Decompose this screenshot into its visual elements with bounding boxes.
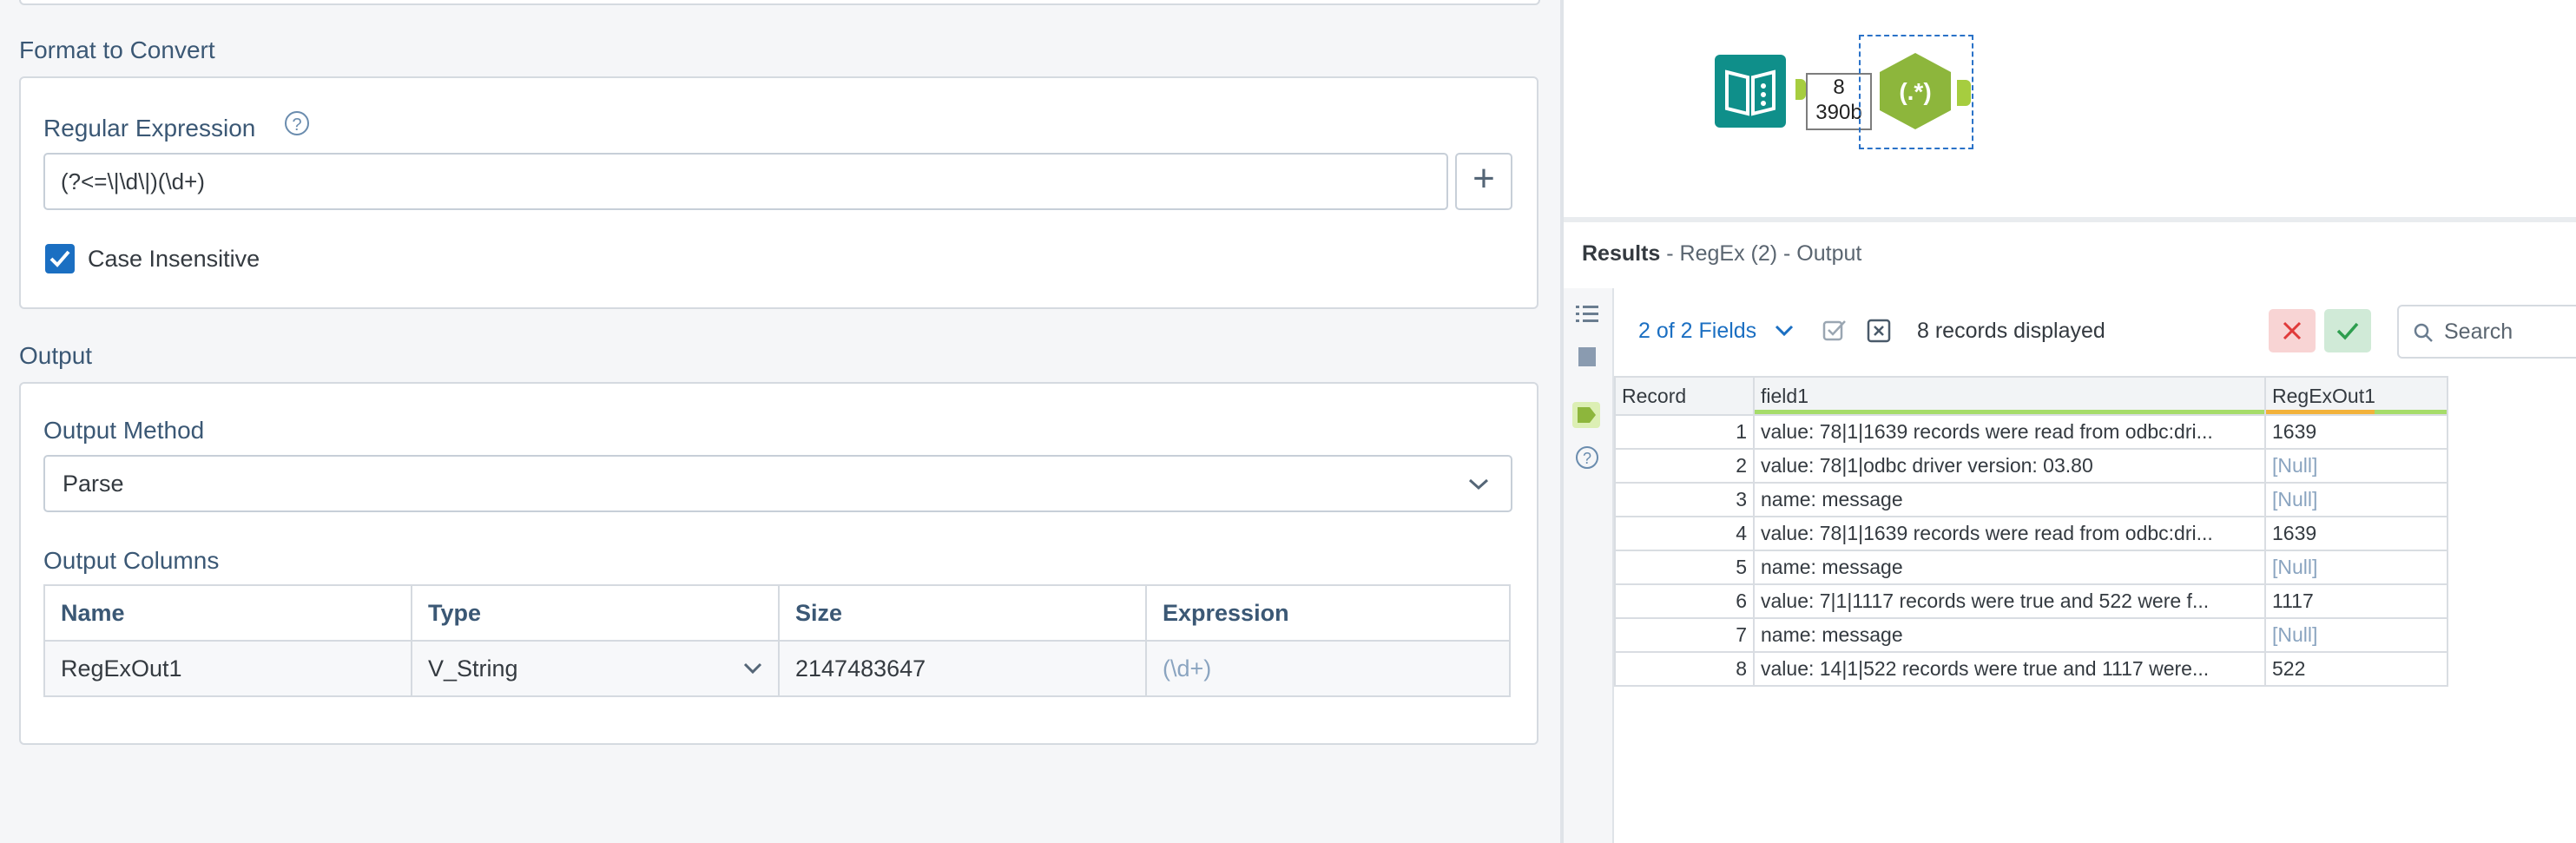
results-side-rail (1564, 288, 1614, 843)
table-row[interactable]: 5 name: message [Null] (1614, 550, 2448, 585)
regex-tool[interactable]: (.*) (1876, 51, 1954, 135)
grid-header-record[interactable]: Record (1614, 376, 1755, 416)
previous-section-card (19, 0, 1540, 5)
regexout1-cell: [Null] (2264, 550, 2448, 585)
table-row: RegExOut1 V_String 2147483647 (\d+) (43, 640, 1511, 697)
configuration-panel: Format to Convert Regular Expression ? (… (0, 0, 1560, 843)
record-cell: 1 (1614, 414, 1755, 450)
output-columns-label: Output Columns (43, 547, 220, 574)
column-expression-cell: (\d+) (1145, 640, 1511, 697)
field1-cell: value: 14|1|522 records were true and 11… (1753, 651, 2266, 687)
regex-icon: (.*) (1880, 53, 1951, 129)
grid-header-field1[interactable]: field1 (1753, 376, 2266, 416)
field1-cell: value: 78|1|1639 records were read from … (1753, 516, 2266, 551)
column-name-cell[interactable]: RegExOut1 (43, 640, 412, 697)
chevron-down-icon[interactable] (1775, 325, 1794, 337)
grid-header-field1-label: field1 (1761, 384, 1808, 407)
record-cell: 3 (1614, 482, 1755, 517)
output-method-select[interactable]: Parse (43, 455, 1512, 512)
output-anchor-icon[interactable] (1572, 402, 1600, 428)
fields-selector[interactable]: 2 of 2 Fields (1638, 319, 1756, 344)
output-columns-table: Name Type Size Expression RegExOut1 V_St… (43, 584, 1511, 697)
select-all-icon[interactable] (1822, 319, 1847, 343)
regexout1-cell: [Null] (2264, 482, 2448, 517)
regex-glyph: (.*) (1899, 78, 1931, 105)
input-tool[interactable] (1715, 55, 1786, 132)
regexout1-cell: 1639 (2264, 414, 2448, 450)
table-row[interactable]: 7 name: message [Null] (1614, 617, 2448, 653)
field-quality-bar (2266, 410, 2447, 414)
regex-input[interactable]: (?<=\|\d\|)(\d+) (43, 153, 1448, 210)
list-icon[interactable] (1576, 304, 1598, 325)
results-help-icon[interactable]: ? (1576, 446, 1598, 469)
column-type-value: V_String (428, 655, 518, 682)
records-displayed: 8 records displayed (1917, 319, 2105, 343)
field1-cell: name: message (1753, 550, 2266, 585)
table-row[interactable]: 4 value: 78|1|1639 records were read from… (1614, 516, 2448, 551)
add-expression-button[interactable]: + (1455, 153, 1512, 210)
table-row[interactable]: 1 value: 78|1|1639 records were read from… (1614, 414, 2448, 450)
table-row[interactable]: 6 value: 7|1|1117 records were true and 5… (1614, 583, 2448, 619)
regex-label: Regular Expression (43, 115, 256, 142)
case-insensitive-label: Case Insensitive (88, 246, 260, 272)
record-cell: 4 (1614, 516, 1755, 551)
record-cell: 5 (1614, 550, 1755, 585)
field1-cell: name: message (1753, 482, 2266, 517)
output-anchor[interactable] (1795, 79, 1806, 100)
book-icon (1715, 55, 1786, 128)
chevron-down-icon (743, 662, 762, 675)
record-cell: 2 (1614, 448, 1755, 484)
check-icon (2336, 322, 2359, 340)
search-icon (2414, 323, 2433, 342)
case-insensitive-checkbox[interactable] (45, 244, 75, 273)
column-header-name: Name (43, 584, 412, 642)
results-grid: Record field1 RegExOut1 1 value: 78|1|163… (1614, 376, 2448, 687)
regexout1-cell: [Null] (2264, 448, 2448, 484)
column-header-expression: Expression (1145, 584, 1511, 642)
input-anchor-icon[interactable] (1577, 346, 1598, 368)
table-row[interactable]: 3 name: message [Null] (1614, 482, 2448, 517)
column-size-cell[interactable]: 2147483647 (778, 640, 1147, 697)
record-cell: 6 (1614, 583, 1755, 619)
column-header-type: Type (411, 584, 780, 642)
grid-header-regexout1-label: RegExOut1 (2272, 384, 2375, 407)
field1-cell: value: 7|1|1117 records were true and 52… (1753, 583, 2266, 619)
results-subtitle: - RegEx (2) - Output (1660, 241, 1862, 266)
chevron-down-icon (1468, 478, 1489, 491)
fields-selector-label: 2 of 2 Fields (1638, 319, 1757, 343)
output-section-title: Output (19, 342, 93, 369)
grid-header-regexout1[interactable]: RegExOut1 (2264, 376, 2448, 416)
field-quality-bar (1755, 410, 2264, 414)
regex-output-anchor[interactable] (1957, 80, 1971, 106)
close-icon (2283, 321, 2302, 340)
regexout1-cell: 1117 (2264, 583, 2448, 619)
deselect-all-icon[interactable] (1867, 319, 1891, 343)
table-row[interactable]: 8 value: 14|1|522 records were true and 1… (1614, 651, 2448, 687)
output-method-label: Output Method (43, 417, 205, 444)
column-type-cell[interactable]: V_String (411, 640, 780, 697)
field1-cell: value: 78|1|1639 records were read from … (1753, 414, 2266, 450)
output-method-value: Parse (63, 470, 124, 497)
search-placeholder: Search (2444, 319, 2513, 344)
record-cell: 7 (1614, 617, 1755, 653)
cancel-button[interactable] (2269, 309, 2316, 352)
field1-cell: value: 78|1|odbc driver version: 03.80 (1753, 448, 2266, 484)
format-section-title: Format to Convert (19, 36, 215, 63)
regexout1-cell: 522 (2264, 651, 2448, 687)
search-input[interactable]: Search (2397, 305, 2576, 359)
field1-cell: name: message (1753, 617, 2266, 653)
record-cell: 8 (1614, 651, 1755, 687)
table-row[interactable]: 2 value: 78|1|odbc driver version: 03.80[… (1614, 448, 2448, 484)
regexout1-cell: 1639 (2264, 516, 2448, 551)
results-title-label: Results (1582, 241, 1661, 266)
column-header-size: Size (778, 584, 1147, 642)
help-icon[interactable]: ? (285, 111, 309, 135)
apply-button[interactable] (2324, 309, 2371, 352)
regexout1-cell: [Null] (2264, 617, 2448, 653)
results-title: Results - RegEx (2) - Output (1582, 241, 1861, 267)
